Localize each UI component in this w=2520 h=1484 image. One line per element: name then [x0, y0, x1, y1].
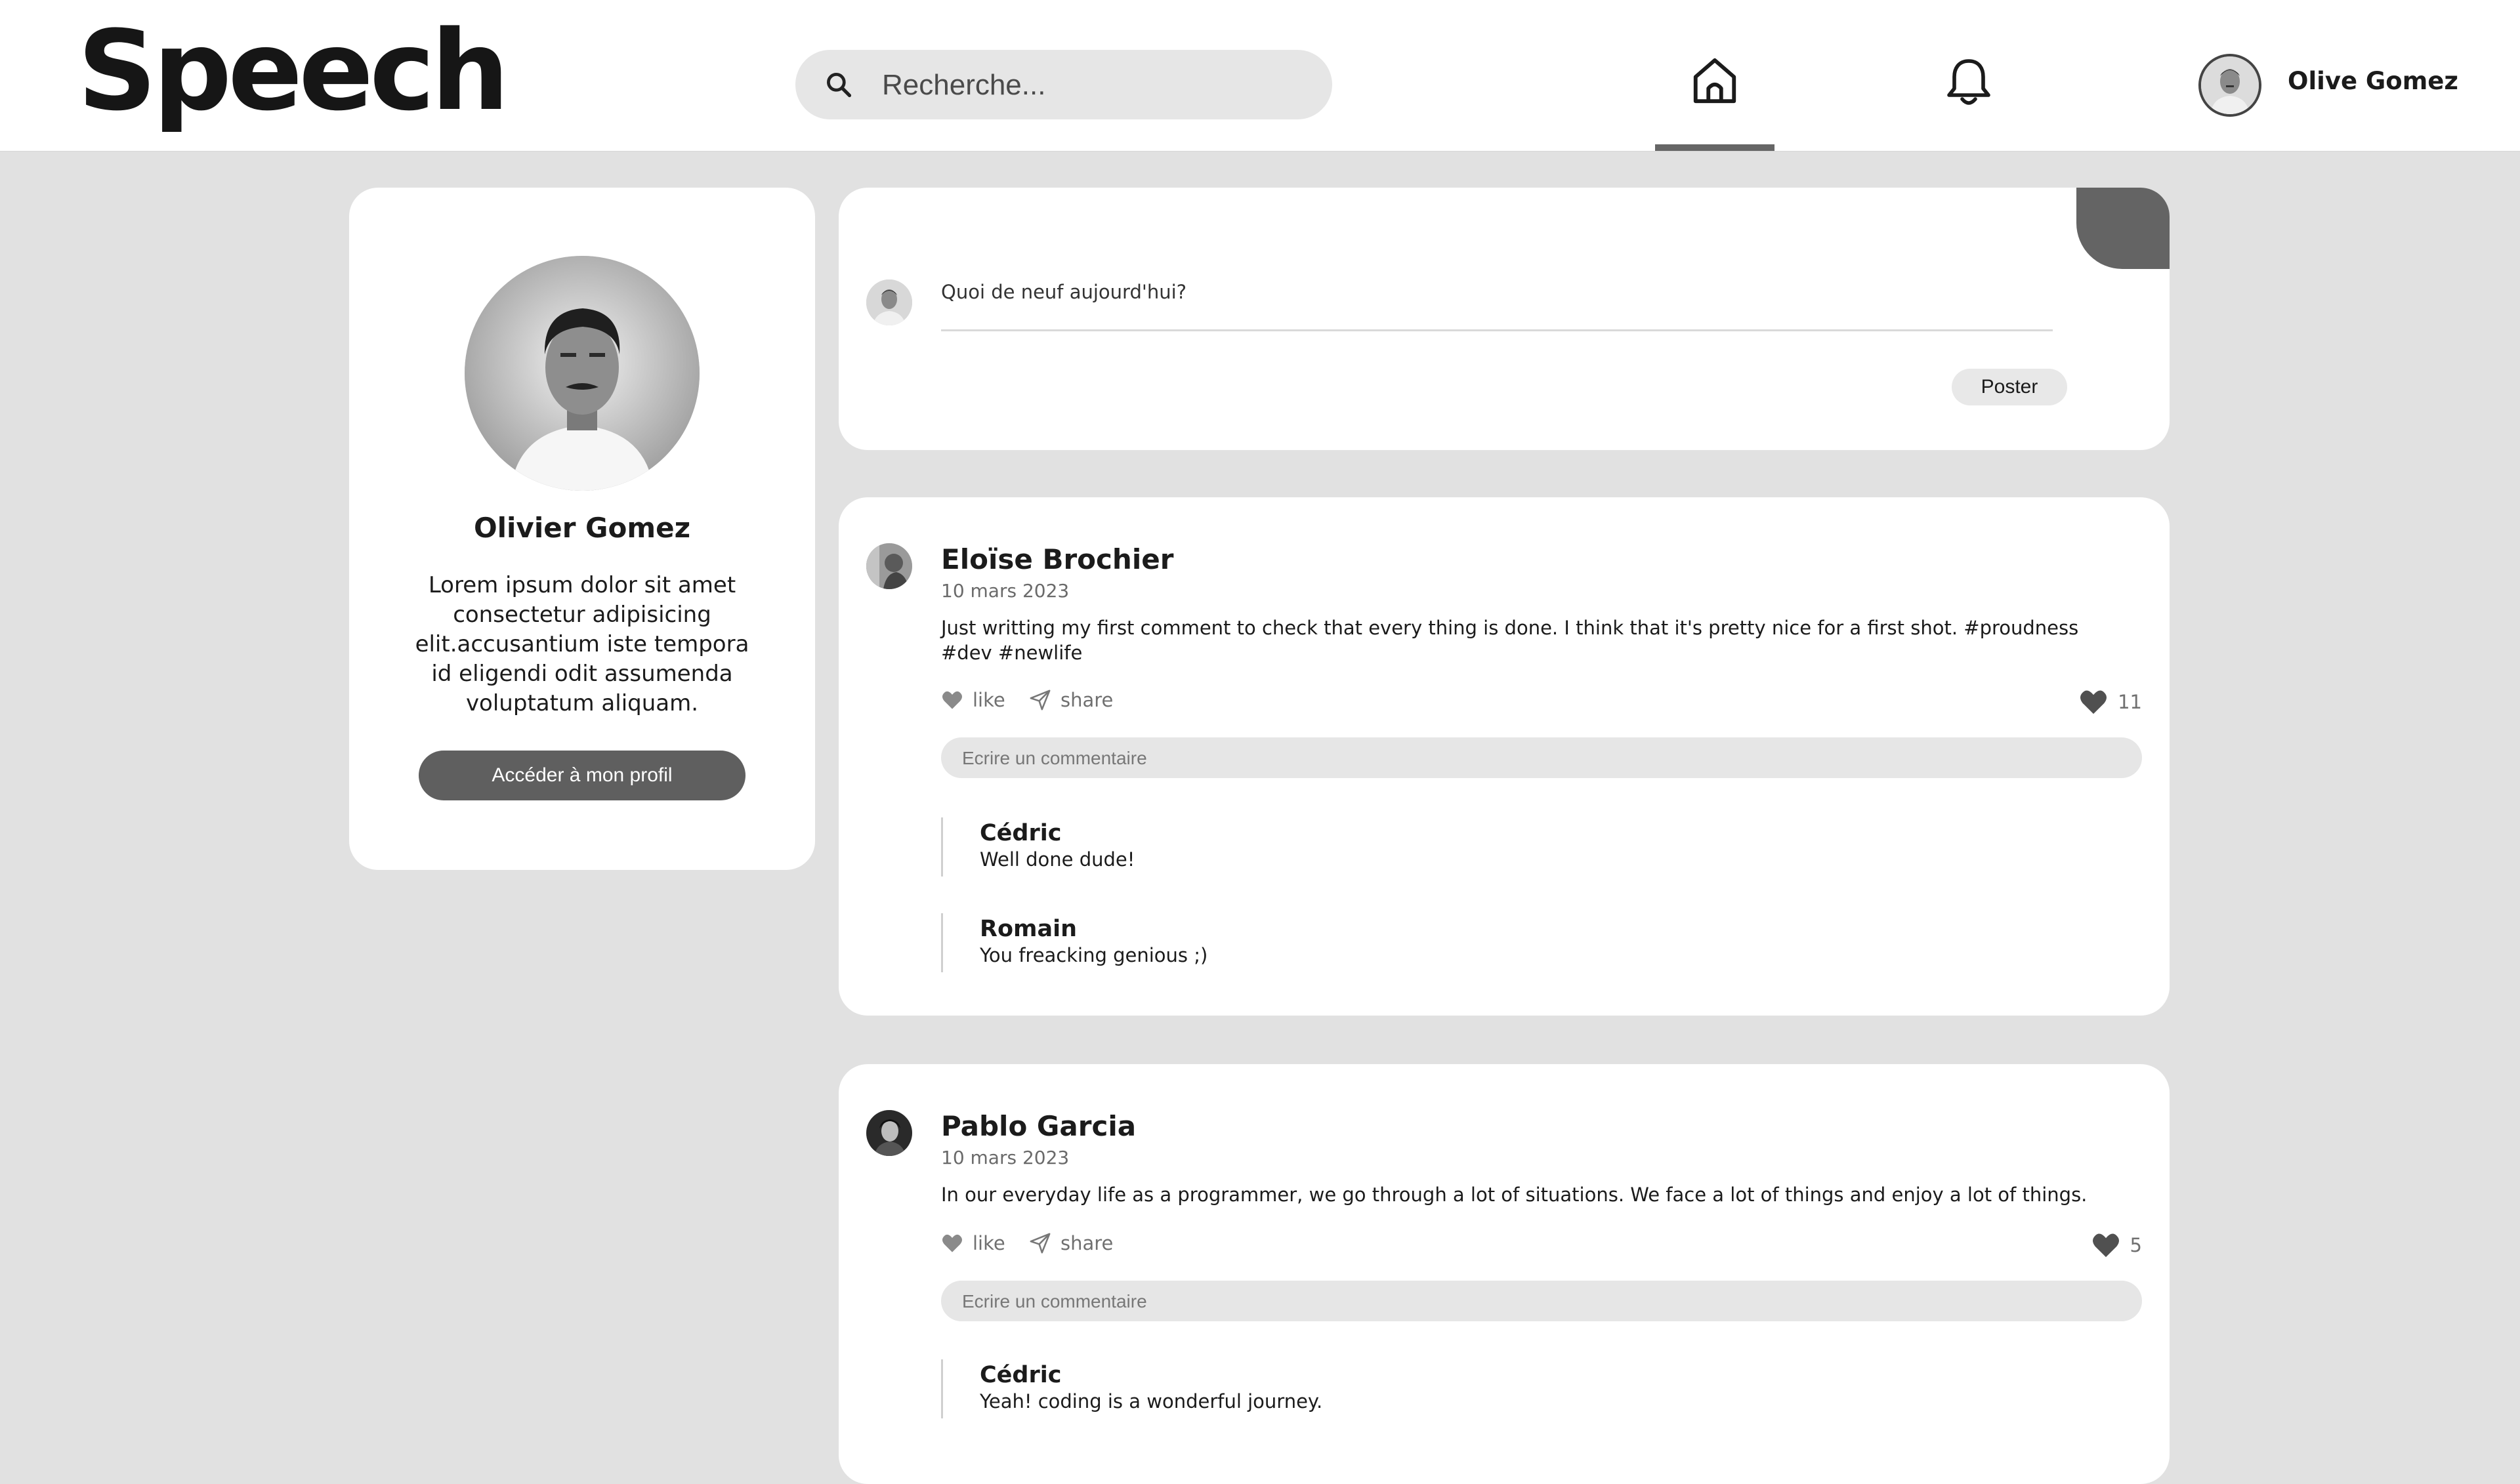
profile-avatar — [465, 256, 700, 491]
post-actions: like share 5 — [941, 1232, 2142, 1258]
profile-bio: Lorem ipsum dolor sit amet consectetur a… — [415, 572, 749, 716]
post-date: 10 mars 2023 — [941, 1147, 1070, 1168]
user-name[interactable]: Olive Gomez — [2288, 67, 2458, 95]
nav-home-tab[interactable] — [1655, 0, 1774, 151]
heart-icon — [2080, 690, 2107, 714]
post-author[interactable]: Eloïse Brochier — [941, 543, 1173, 575]
composer-divider — [941, 329, 2053, 331]
profile-name: Olivier Gomez — [473, 512, 691, 544]
person-icon — [866, 279, 912, 325]
post-button[interactable]: Poster — [1952, 369, 2067, 405]
share-button[interactable]: share — [1029, 689, 1113, 711]
send-icon — [1030, 1233, 1051, 1254]
like-count-value: 5 — [2130, 1234, 2142, 1256]
search-icon — [827, 73, 852, 98]
comment-author[interactable]: Cédric — [980, 1361, 1322, 1390]
heart-icon — [2092, 1233, 2119, 1258]
top-nav: Speech Olive Gomez — [0, 0, 2520, 152]
post-actions: like share 11 — [941, 689, 2142, 715]
comment: Cédric Well done dude! — [941, 817, 1135, 876]
person-icon — [866, 543, 912, 589]
corner-decoration — [2076, 188, 2170, 269]
post-card: Pablo Garcia 10 mars 2023 In our everyda… — [839, 1064, 2170, 1484]
bell-icon[interactable] — [1942, 55, 1995, 109]
person-icon — [465, 256, 700, 491]
avatar[interactable] — [866, 1110, 912, 1156]
search-bar[interactable] — [795, 50, 1332, 119]
post-author[interactable]: Pablo Garcia — [941, 1110, 1136, 1142]
app-logo[interactable]: Speech — [77, 5, 509, 136]
comment: Cédric Yeah! coding is a wonderful journ… — [941, 1359, 1322, 1418]
like-count-value: 11 — [2118, 691, 2142, 713]
like-button[interactable]: like — [941, 689, 1005, 711]
like-button[interactable]: like — [941, 1232, 1005, 1254]
comment-field[interactable] — [941, 737, 2142, 778]
comment: Romain You freacking genious ;) — [941, 913, 1208, 972]
like-label: like — [973, 689, 1005, 711]
like-count: 5 — [2091, 1232, 2142, 1258]
post-text: Just writting my first comment to check … — [941, 617, 2079, 664]
comment-text: Yeah! coding is a wonderful journey. — [980, 1390, 1323, 1412]
share-label: share — [1060, 689, 1114, 711]
person-icon — [866, 1110, 912, 1156]
comment-text: Well done dude! — [980, 848, 1135, 871]
active-tab-indicator — [1655, 144, 1774, 151]
like-label: like — [973, 1232, 1005, 1254]
user-menu[interactable]: Olive Gomez — [2198, 54, 2461, 117]
composer-prompt[interactable]: Quoi de neuf aujourd'hui? — [941, 281, 1186, 303]
post-text: In our everyday life as a programmer, we… — [941, 1184, 2088, 1206]
person-icon — [2201, 56, 2259, 114]
home-icon — [1693, 58, 1736, 104]
post-card: Eloïse Brochier 10 mars 2023 Just writti… — [839, 497, 2170, 1016]
comment-author[interactable]: Romain — [980, 915, 1208, 943]
share-button[interactable]: share — [1029, 1232, 1113, 1254]
avatar[interactable] — [2198, 54, 2261, 117]
profile-card: Olivier Gomez Lorem ipsum dolor sit amet… — [349, 188, 815, 870]
like-count: 11 — [2078, 689, 2142, 715]
comment-input[interactable] — [961, 741, 2079, 775]
avatar[interactable] — [866, 543, 912, 589]
comment-input[interactable] — [961, 1285, 2079, 1319]
avatar — [866, 279, 912, 325]
share-label: share — [1060, 1232, 1114, 1254]
comment-text: You freacking genious ;) — [980, 944, 1208, 966]
post-composer: Quoi de neuf aujourd'hui? Poster — [839, 188, 2170, 450]
comment-author[interactable]: Cédric — [980, 819, 1135, 848]
comment-field[interactable] — [941, 1281, 2142, 1321]
heart-icon — [942, 1234, 962, 1252]
post-date: 10 mars 2023 — [941, 580, 1070, 602]
heart-icon — [942, 691, 962, 709]
send-icon — [1030, 690, 1051, 711]
view-profile-button[interactable]: Accéder à mon profil — [419, 751, 746, 800]
search-input[interactable] — [881, 62, 1303, 109]
